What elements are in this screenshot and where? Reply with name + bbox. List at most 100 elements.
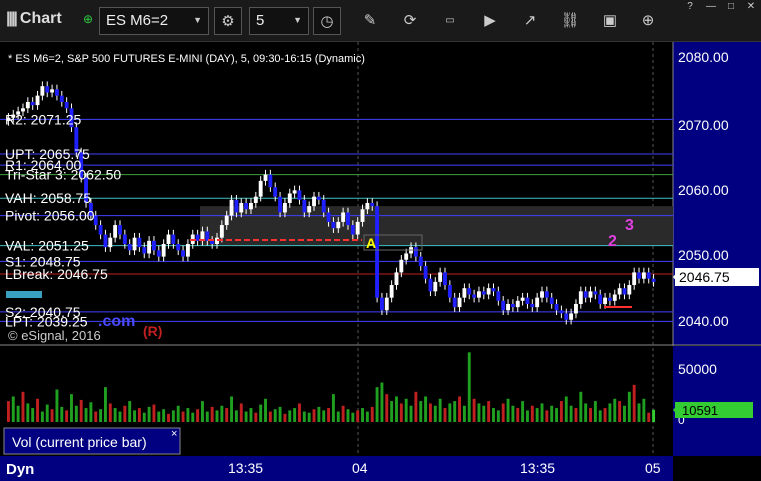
- volume-bar: [220, 405, 224, 422]
- level-label: R2: 2071.25: [5, 111, 81, 127]
- volume-bar: [642, 398, 646, 422]
- volume-bar: [225, 408, 229, 422]
- candle-body: [152, 240, 156, 251]
- level-label: VAH: 2058.75: [5, 190, 91, 206]
- volume-bar: [438, 398, 442, 422]
- candle-body: [30, 101, 35, 106]
- chart-canvas[interactable]: * ES M6=2, S&P 500 FUTURES E-MINI (DAY),…: [0, 0, 761, 481]
- last-price-value: 2046.75: [679, 269, 730, 285]
- volume-bar: [433, 405, 437, 422]
- volume-bar: [50, 409, 54, 422]
- candle-body: [40, 86, 45, 96]
- candle-body: [593, 291, 598, 295]
- candle-body: [452, 297, 457, 308]
- candle-body: [477, 291, 481, 298]
- candle-body: [506, 303, 510, 311]
- volume-bar: [409, 405, 413, 422]
- volume-bar: [327, 408, 331, 422]
- marker-a: A: [366, 235, 376, 251]
- volume-bar: [302, 411, 306, 422]
- candle-body: [25, 101, 30, 109]
- volume-bar: [259, 404, 263, 422]
- volume-bar: [181, 411, 185, 422]
- candle-body: [98, 225, 103, 235]
- volume-bar: [395, 396, 398, 422]
- candle-body: [598, 294, 603, 304]
- candle-body: [428, 278, 433, 292]
- candle-body: [244, 202, 249, 210]
- candle-body: [50, 89, 55, 93]
- candle-body: [113, 225, 118, 238]
- volume-bar: [448, 403, 452, 422]
- volume-bar: [283, 413, 287, 422]
- candle-body: [525, 297, 530, 304]
- candle-body: [302, 199, 307, 213]
- candle-body: [515, 300, 520, 308]
- volume-bar: [16, 405, 20, 422]
- candle-body: [491, 288, 496, 292]
- volume-panel-label: Vol (current price bar): [12, 434, 147, 450]
- volume-bar: [196, 409, 200, 422]
- time-tick: 04: [352, 460, 368, 476]
- candle-body: [297, 190, 302, 200]
- candle-body: [258, 180, 263, 197]
- candle-body: [224, 215, 229, 226]
- candle-body: [282, 202, 287, 213]
- volume-bar: [501, 403, 505, 422]
- volume-bar: [317, 406, 321, 422]
- volume-bar: [618, 401, 622, 422]
- candle-body: [142, 247, 147, 254]
- candle-body: [312, 196, 316, 207]
- volume-bar: [477, 403, 481, 422]
- marker-3: 3: [625, 217, 634, 234]
- last-volume-value: 10591: [682, 403, 718, 418]
- candle-body: [481, 291, 486, 295]
- volume-bar: [31, 408, 35, 422]
- volume-bar: [113, 408, 117, 422]
- volume-bar: [346, 409, 350, 422]
- volume-bar: [487, 401, 491, 422]
- candle-body: [486, 288, 491, 295]
- candle-body: [375, 206, 380, 298]
- close-panel-icon[interactable]: ×: [171, 428, 177, 440]
- candle-body: [404, 253, 409, 260]
- volume-bar: [462, 405, 466, 422]
- candle-body: [176, 244, 181, 251]
- candle-body: [35, 95, 40, 106]
- candle-body: [253, 196, 258, 203]
- candle-body: [433, 281, 438, 292]
- candle-body: [307, 206, 312, 213]
- marker-r: (R): [143, 323, 162, 339]
- volume-bar: [152, 404, 156, 422]
- candle-body: [607, 297, 612, 301]
- candle-body: [535, 297, 540, 308]
- volume-bar: [564, 396, 568, 422]
- candle-body: [147, 240, 152, 254]
- level-label: Pivot: 2056.00: [5, 208, 95, 224]
- volume-bar: [84, 408, 88, 422]
- candle-body: [166, 234, 171, 244]
- volume-bar: [414, 391, 418, 422]
- volume-bar: [351, 412, 355, 422]
- level-label: LPT: 2039.25: [5, 313, 88, 329]
- volume-bar: [157, 411, 161, 422]
- time-tick: 05: [645, 460, 661, 476]
- volume-bar: [60, 406, 64, 422]
- candle-body: [360, 209, 365, 222]
- volume-bar: [268, 411, 272, 422]
- volume-bar: [608, 403, 612, 422]
- candle-body: [45, 86, 50, 93]
- candle-body: [646, 272, 651, 279]
- volume-bar: [273, 409, 277, 422]
- volume-bar: [361, 408, 364, 422]
- chart-info: * ES M6=2, S&P 500 FUTURES E-MINI (DAY),…: [8, 53, 365, 65]
- volume-bar: [36, 398, 39, 422]
- volume-bar: [40, 411, 44, 422]
- volume-bar: [230, 396, 234, 422]
- candle-body: [549, 297, 554, 304]
- candle-body: [59, 95, 64, 102]
- volume-bar: [162, 409, 166, 422]
- candle-body: [627, 285, 632, 295]
- volume-bar: [530, 405, 534, 422]
- candle-body: [195, 234, 200, 241]
